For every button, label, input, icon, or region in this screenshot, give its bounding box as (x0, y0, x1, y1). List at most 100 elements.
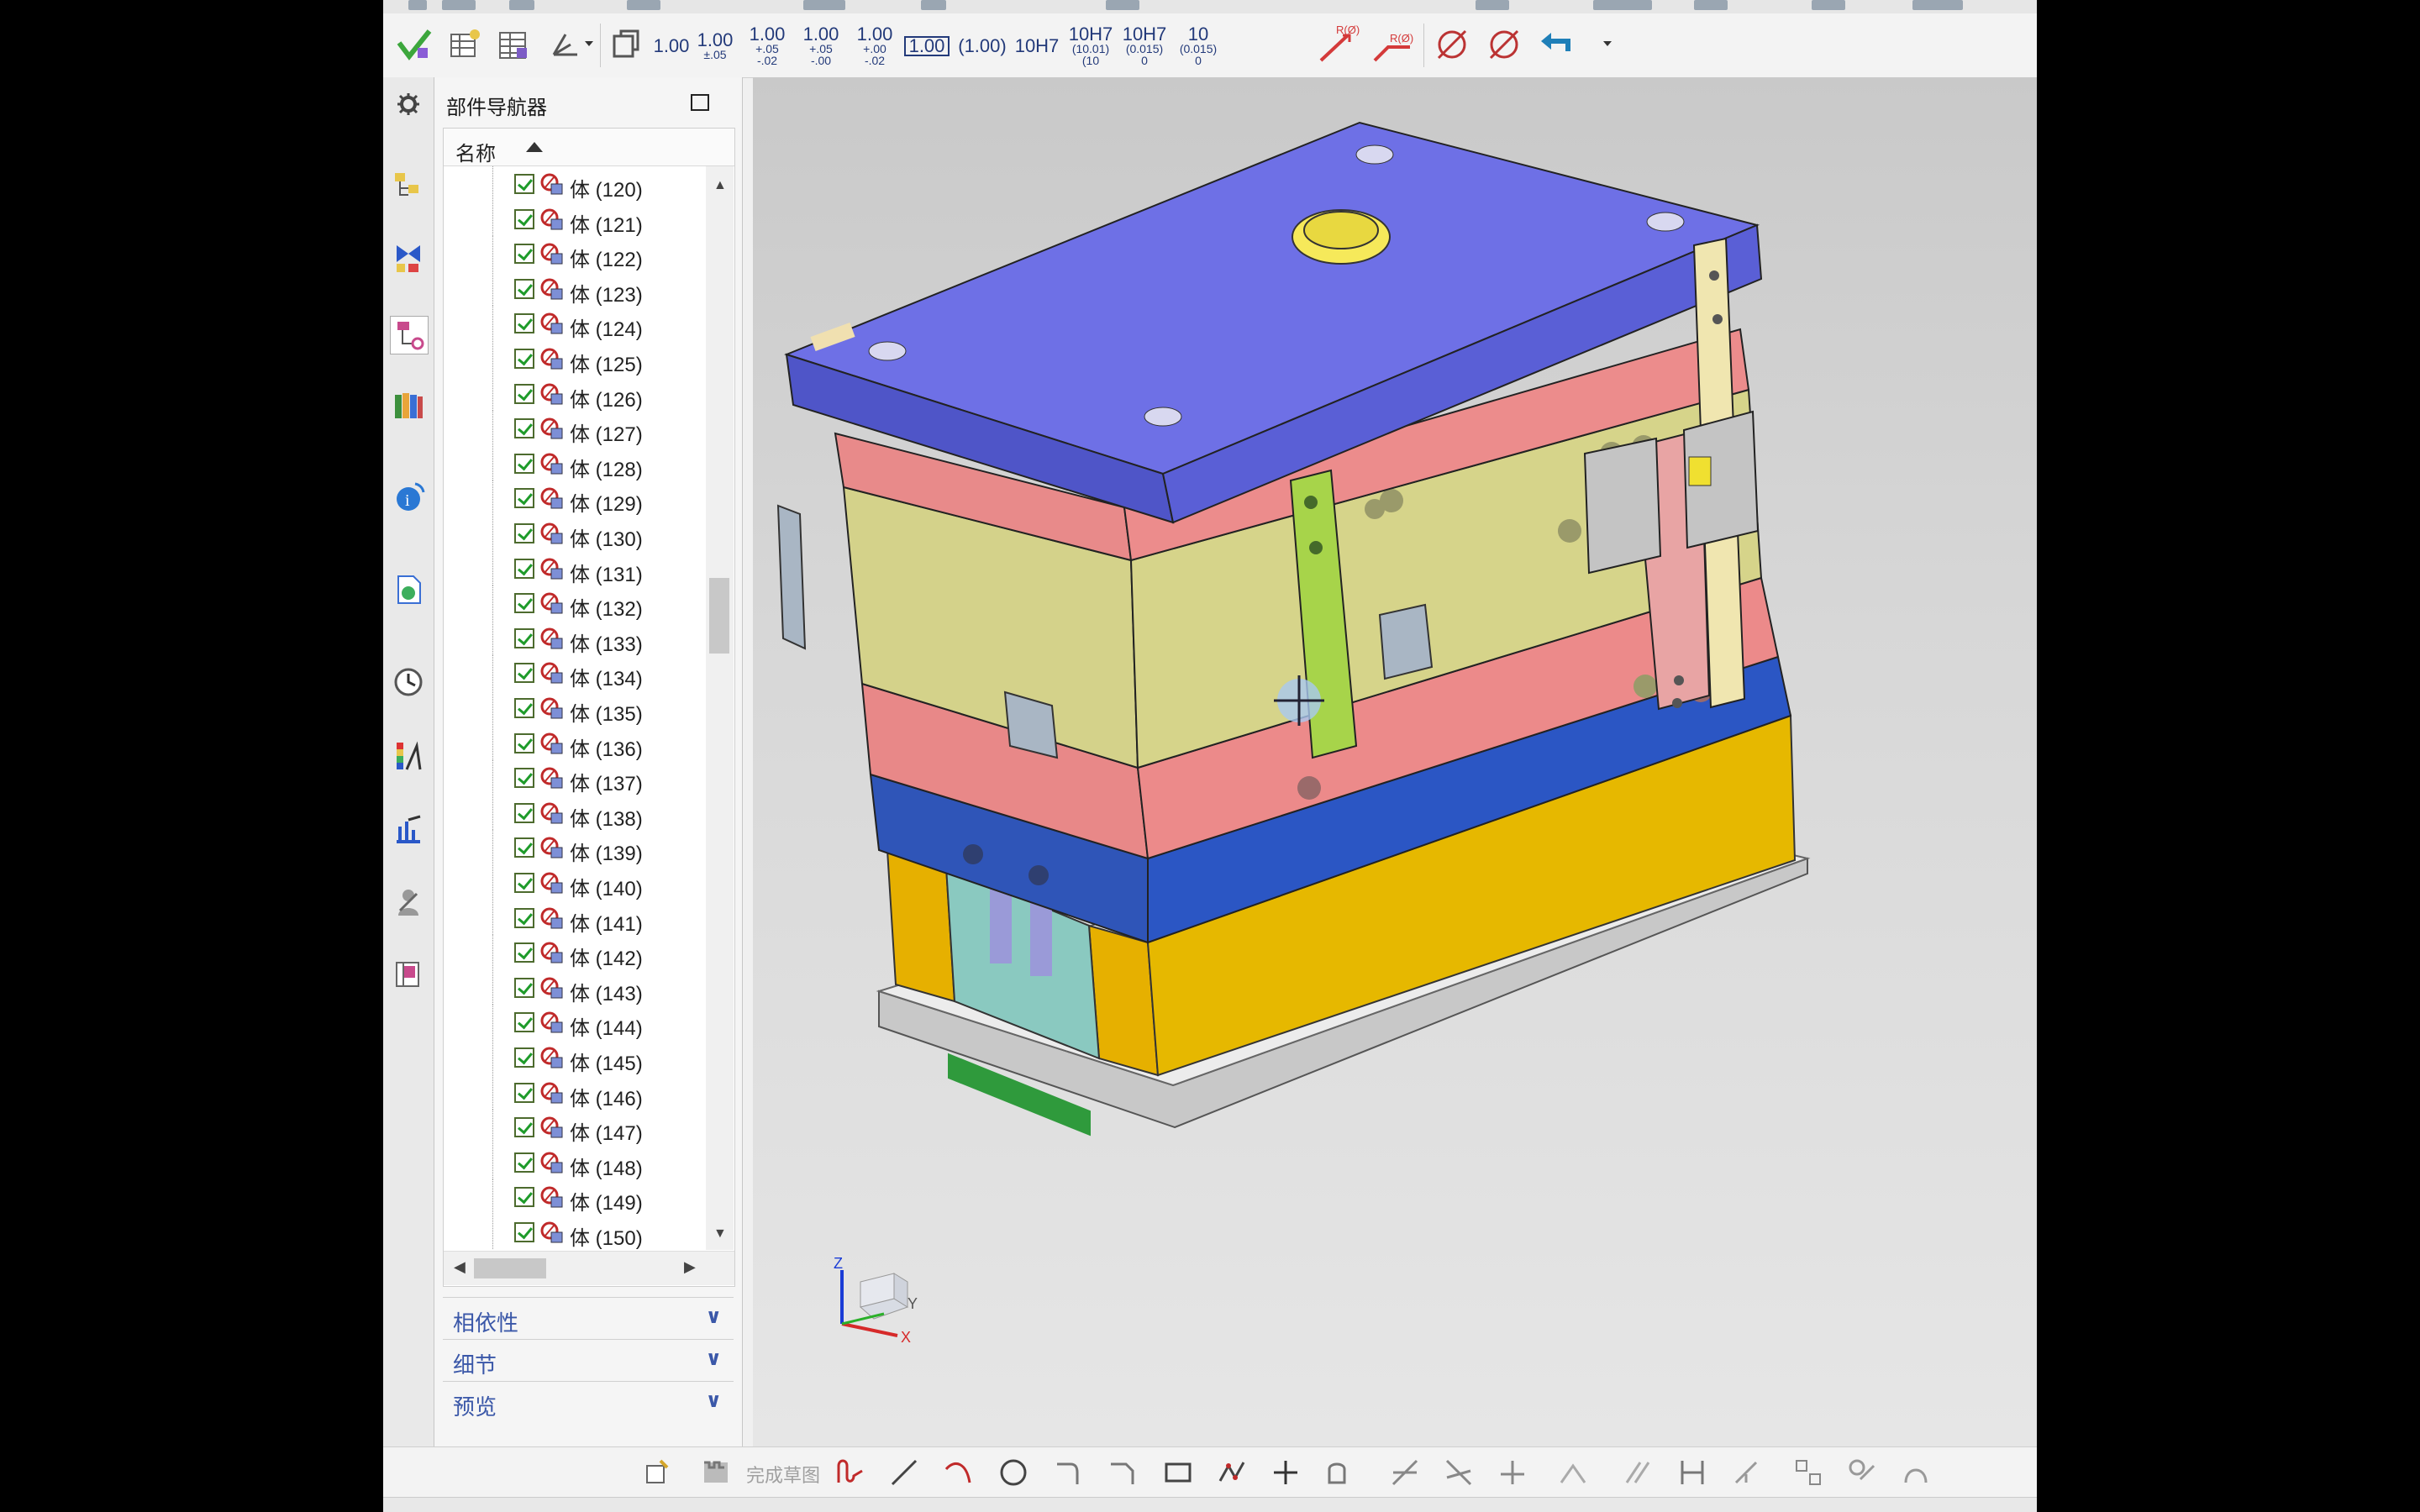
visibility-checkbox[interactable] (514, 1222, 534, 1242)
scroll-right-icon[interactable]: ▶ (684, 1258, 696, 1276)
visibility-checkbox[interactable] (514, 663, 534, 684)
fit-format-a[interactable]: 10H7 (1012, 25, 1062, 67)
dimension-format-d[interactable]: 1.00 +.05 -.00 (798, 25, 844, 67)
visibility-checkbox[interactable] (514, 313, 534, 334)
tree-row[interactable]: 体 (120) (444, 166, 704, 202)
visibility-checkbox[interactable] (514, 558, 534, 579)
axis-view-icon[interactable] (543, 20, 585, 69)
offset-curve-icon[interactable] (1323, 1456, 1356, 1489)
system-materials-icon[interactable] (390, 956, 427, 993)
visibility-checkbox[interactable] (514, 698, 534, 718)
visibility-checkbox[interactable] (514, 732, 534, 753)
web-browser-icon[interactable] (390, 571, 427, 608)
visibility-checkbox[interactable] (514, 1082, 534, 1103)
tree-row[interactable]: 体 (145) (444, 1040, 704, 1075)
diameter-dimension-icon[interactable] (1430, 20, 1474, 69)
constraint-icon[interactable] (1729, 1456, 1763, 1489)
visibility-checkbox[interactable] (514, 349, 534, 369)
column-header-name[interactable]: 名称 (444, 129, 734, 166)
dimension-format-f[interactable]: 1.00 (902, 25, 951, 67)
visibility-checkbox[interactable] (514, 174, 534, 194)
horizontal-scrollbar[interactable]: ◀ ▶ (444, 1251, 734, 1285)
tree-row[interactable]: 体 (124) (444, 306, 704, 341)
scroll-up-icon[interactable]: ▲ (713, 178, 727, 193)
section-dependencies[interactable]: 相依性 ∨ (443, 1297, 734, 1336)
horizontal-scroll-thumb[interactable] (474, 1258, 546, 1278)
display-constraints-icon[interactable] (1791, 1456, 1825, 1489)
tree-row[interactable]: 体 (122) (444, 236, 704, 271)
visibility-checkbox[interactable] (514, 453, 534, 474)
tree-row[interactable]: 体 (123) (444, 270, 704, 307)
more-dropdown-icon[interactable] (1602, 20, 1613, 69)
finish-sketch-flag-icon[interactable] (699, 1456, 733, 1489)
visibility-checkbox[interactable] (514, 1117, 534, 1138)
radius-dimension-icon[interactable]: R(Ø) (1314, 20, 1363, 69)
visibility-checkbox[interactable] (514, 627, 534, 648)
visibility-checkbox[interactable] (514, 208, 534, 229)
fit-format-d[interactable]: 10 (0.015) 0 (1173, 25, 1223, 67)
finish-sketch-label[interactable]: 完成草图 (746, 1461, 820, 1488)
tree-row[interactable]: 体 (133) (444, 620, 704, 656)
visibility-checkbox[interactable] (514, 873, 534, 893)
sort-ascending-icon[interactable] (526, 142, 543, 152)
section-preview[interactable]: 预览 ∨ (443, 1381, 734, 1420)
dimension-format-a[interactable]: 1.00 (652, 25, 691, 67)
tree-row[interactable]: 体 (140) (444, 865, 704, 900)
roles-icon[interactable] (390, 884, 427, 921)
process-studio-icon[interactable] (390, 811, 427, 848)
corner-icon[interactable] (1496, 1456, 1529, 1489)
tree-row[interactable]: 体 (136) (444, 725, 704, 761)
visibility-checkbox[interactable] (514, 1012, 534, 1033)
visibility-checkbox[interactable] (514, 768, 534, 789)
sketch-icon[interactable] (640, 1456, 674, 1489)
tree-row[interactable]: 体 (148) (444, 1144, 704, 1180)
make-symmetric-icon[interactable] (1622, 1456, 1655, 1489)
vertical-scroll-thumb[interactable] (709, 578, 729, 654)
tree-row[interactable]: 体 (125) (444, 341, 704, 376)
visibility-checkbox[interactable] (514, 1047, 534, 1068)
visibility-checkbox[interactable] (514, 593, 534, 614)
history-clock-icon[interactable] (390, 664, 427, 701)
part-navigator-icon[interactable] (390, 316, 429, 354)
scroll-left-icon[interactable]: ◀ (454, 1258, 466, 1276)
mold-assembly-model[interactable] (753, 77, 2037, 1446)
reuse-library-icon[interactable] (390, 386, 427, 423)
vertical-scrollbar[interactable]: ▲ ▼ (706, 166, 734, 1250)
circle-icon[interactable] (997, 1456, 1030, 1489)
visibility-checkbox[interactable] (514, 244, 534, 265)
mirror-curve-icon[interactable] (1556, 1456, 1590, 1489)
check-geometry-icon[interactable] (393, 20, 435, 69)
visibility-checkbox[interactable] (514, 488, 534, 509)
visibility-checkbox[interactable] (514, 1152, 534, 1173)
tree-row[interactable]: 体 (146) (444, 1074, 704, 1110)
extend-icon[interactable] (1442, 1456, 1476, 1489)
visibility-checkbox[interactable] (514, 418, 534, 439)
scroll-down-icon[interactable]: ▼ (713, 1226, 727, 1242)
graphics-window[interactable]: Z Y X (753, 77, 2037, 1446)
constraint-navigator-icon[interactable] (390, 239, 427, 276)
visibility-checkbox[interactable] (514, 837, 534, 858)
tree-row[interactable]: 体 (144) (444, 1005, 704, 1040)
tree-row[interactable]: 体 (138) (444, 795, 704, 831)
polygon-icon[interactable] (1215, 1456, 1249, 1489)
visibility-checkbox[interactable] (514, 1187, 534, 1208)
dimension-format-e[interactable]: 1.00 +.00 -.02 (852, 25, 897, 67)
assembly-navigator-icon[interactable] (390, 168, 427, 205)
tree-row[interactable]: 体 (121) (444, 201, 704, 237)
profile-icon[interactable] (834, 1456, 867, 1489)
undo-arrow-icon[interactable] (1534, 20, 1578, 69)
visibility-checkbox[interactable] (514, 907, 534, 928)
radius-dimension-leader-icon[interactable]: R(Ø) (1368, 20, 1417, 69)
fillet-icon[interactable] (1052, 1456, 1086, 1489)
dimension-format-b[interactable]: 1.00 ±.05 (692, 25, 738, 67)
visualization-palette-icon[interactable] (390, 738, 427, 774)
visibility-checkbox[interactable] (514, 977, 534, 998)
dimension-icon[interactable] (1676, 1456, 1709, 1489)
arc-icon[interactable] (941, 1456, 975, 1489)
trim-icon[interactable] (1388, 1456, 1422, 1489)
dropdown-arrow-icon[interactable] (583, 20, 595, 69)
chamfer-icon[interactable] (1106, 1456, 1139, 1489)
tree-row[interactable]: 体 (149) (444, 1179, 704, 1215)
dimension-format-c[interactable]: 1.00 +.05 -.02 (744, 25, 790, 67)
line-icon[interactable] (887, 1456, 921, 1489)
